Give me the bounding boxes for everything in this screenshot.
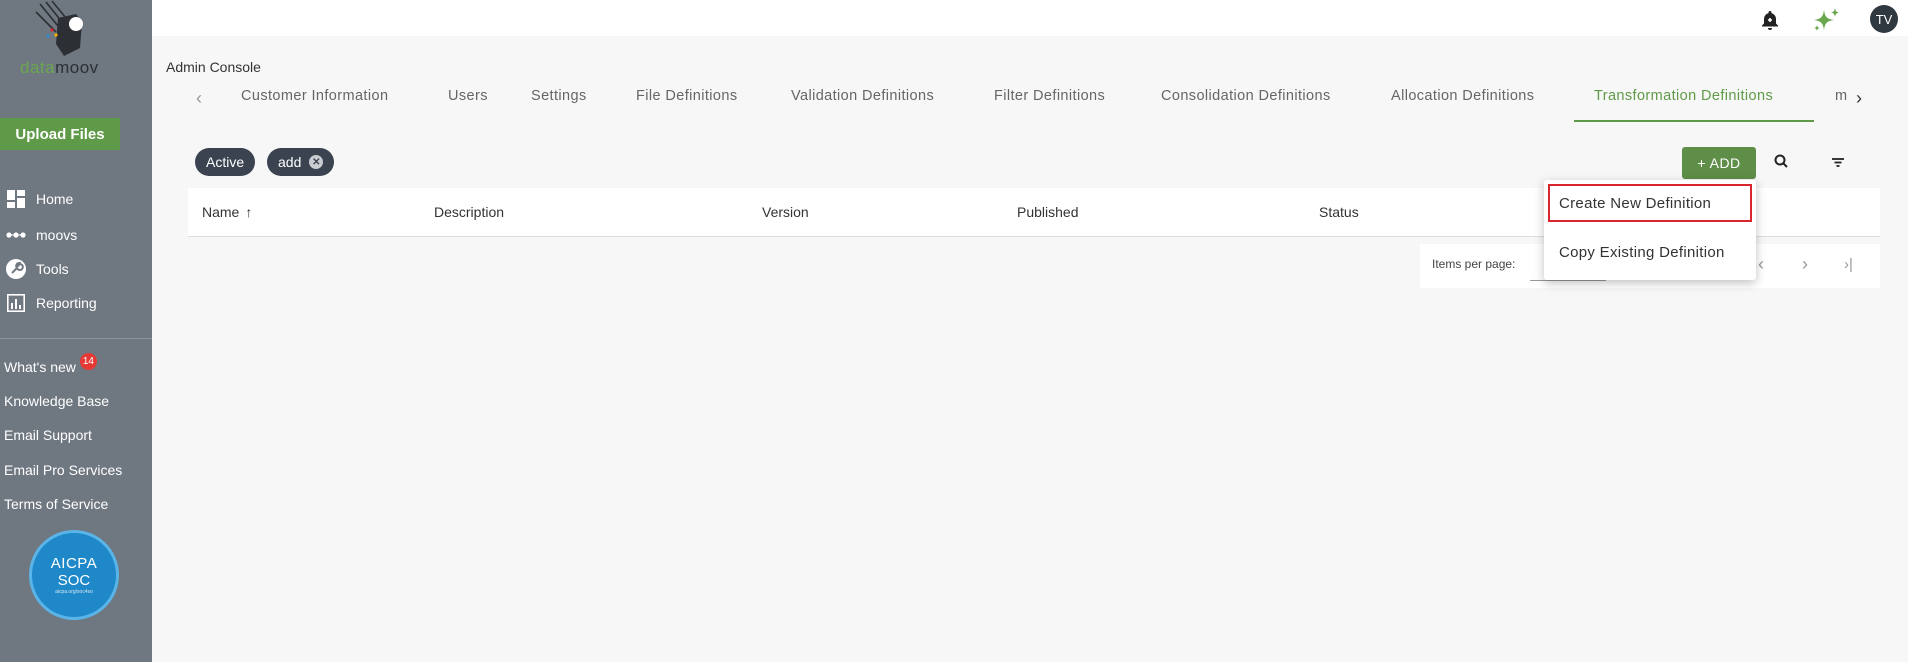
chip-label: Active — [206, 154, 245, 170]
sidebar-item-tools[interactable]: Tools — [6, 256, 69, 282]
column-header-published[interactable]: Published — [1017, 204, 1079, 220]
tab-consolidation-definitions[interactable]: Consolidation Definitions — [1161, 88, 1331, 104]
copy-existing-definition-item[interactable]: Copy Existing Definition — [1544, 230, 1756, 274]
filter-icon[interactable] — [1828, 152, 1848, 172]
sidebar-divider — [0, 338, 152, 339]
top-bar — [152, 0, 1908, 36]
knowledge-base-link[interactable]: Knowledge Base — [4, 393, 109, 409]
logo-text-data: data — [20, 58, 56, 77]
tab-allocation-definitions[interactable]: Allocation Definitions — [1391, 88, 1534, 104]
whats-new-label: What's new — [4, 358, 76, 375]
filter-chip-active[interactable]: Active — [195, 148, 256, 176]
sidebar-item-label: Home — [36, 191, 74, 207]
previous-page-icon[interactable]: ‹ — [1758, 254, 1764, 275]
logo-wordmark: datamoov — [20, 58, 99, 78]
filter-chip-add[interactable]: add ✕ — [267, 148, 335, 176]
dots-icon — [6, 225, 26, 245]
notification-bell-icon[interactable] — [1758, 8, 1782, 32]
wrench-icon — [6, 259, 26, 279]
tab-customer-information[interactable]: Customer Information — [241, 88, 388, 104]
whats-new-badge: 14 — [79, 353, 97, 370]
sidebar-item-label: Reporting — [36, 295, 97, 311]
user-avatar[interactable]: TV — [1870, 5, 1898, 33]
sidebar-item-label: Tools — [36, 261, 69, 277]
sparkle-ai-icon[interactable] — [1810, 6, 1842, 34]
tab-filter-definitions[interactable]: Filter Definitions — [994, 88, 1105, 104]
aicpa-soc-badge: AICPA SOC aicpa.org/soc4so — [29, 530, 119, 620]
upload-files-button[interactable]: Upload Files — [0, 118, 120, 150]
chip-remove-icon[interactable]: ✕ — [309, 155, 324, 169]
page-title: Admin Console — [166, 59, 261, 75]
active-tab-indicator — [1574, 120, 1814, 122]
tabs-next-chevron-icon[interactable]: › — [1856, 88, 1862, 109]
next-page-icon[interactable]: › — [1802, 254, 1808, 275]
tab-transformation-definitions[interactable]: Transformation Definitions — [1594, 88, 1773, 104]
add-button[interactable]: + ADD — [1682, 147, 1756, 179]
chip-label: add — [278, 154, 302, 170]
tab-file-definitions[interactable]: File Definitions — [636, 88, 738, 104]
aicpa-line1: AICPA — [50, 555, 98, 572]
search-icon[interactable] — [1772, 152, 1792, 172]
column-label: Name — [202, 204, 240, 220]
column-header-version[interactable]: Version — [762, 204, 809, 220]
items-per-page-select[interactable] — [1530, 280, 1606, 281]
sidebar-item-label: moovs — [36, 227, 78, 243]
tabs-prev-chevron-icon[interactable]: ‹ — [196, 88, 202, 109]
aicpa-line3: aicpa.org/soc4so — [55, 589, 93, 595]
chart-icon — [6, 293, 26, 313]
dashboard-icon — [6, 189, 26, 209]
last-page-icon[interactable]: ›| — [1844, 256, 1853, 273]
whats-new-link[interactable]: What's new 14 — [4, 353, 97, 375]
tab-users[interactable]: Users — [448, 88, 488, 104]
sidebar: datamoov Upload Files Home moovs Tools R… — [0, 0, 152, 662]
email-support-link[interactable]: Email Support — [4, 427, 92, 443]
aicpa-line2: SOC — [57, 572, 91, 589]
email-pro-services-link[interactable]: Email Pro Services — [4, 462, 122, 478]
column-header-name[interactable]: Name ↑ — [202, 204, 252, 220]
add-dropdown-menu: Create New Definition Copy Existing Defi… — [1544, 180, 1756, 280]
sort-arrow-up-icon[interactable]: ↑ — [245, 204, 252, 220]
items-per-page-label: Items per page: — [1432, 257, 1516, 271]
logo-text-moov: moov — [55, 58, 99, 77]
sidebar-item-reporting[interactable]: Reporting — [6, 290, 97, 316]
sidebar-item-moovs[interactable]: moovs — [6, 222, 77, 248]
tab-settings[interactable]: Settings — [531, 88, 587, 104]
terms-of-service-link[interactable]: Terms of Service — [4, 496, 108, 512]
create-new-definition-item[interactable]: Create New Definition — [1546, 182, 1754, 224]
column-header-status[interactable]: Status — [1319, 204, 1359, 220]
column-header-description[interactable]: Description — [434, 204, 504, 220]
sidebar-item-home[interactable]: Home — [6, 186, 73, 212]
tab-validation-definitions[interactable]: Validation Definitions — [791, 88, 934, 104]
tab-more-truncated[interactable]: m — [1835, 88, 1847, 104]
